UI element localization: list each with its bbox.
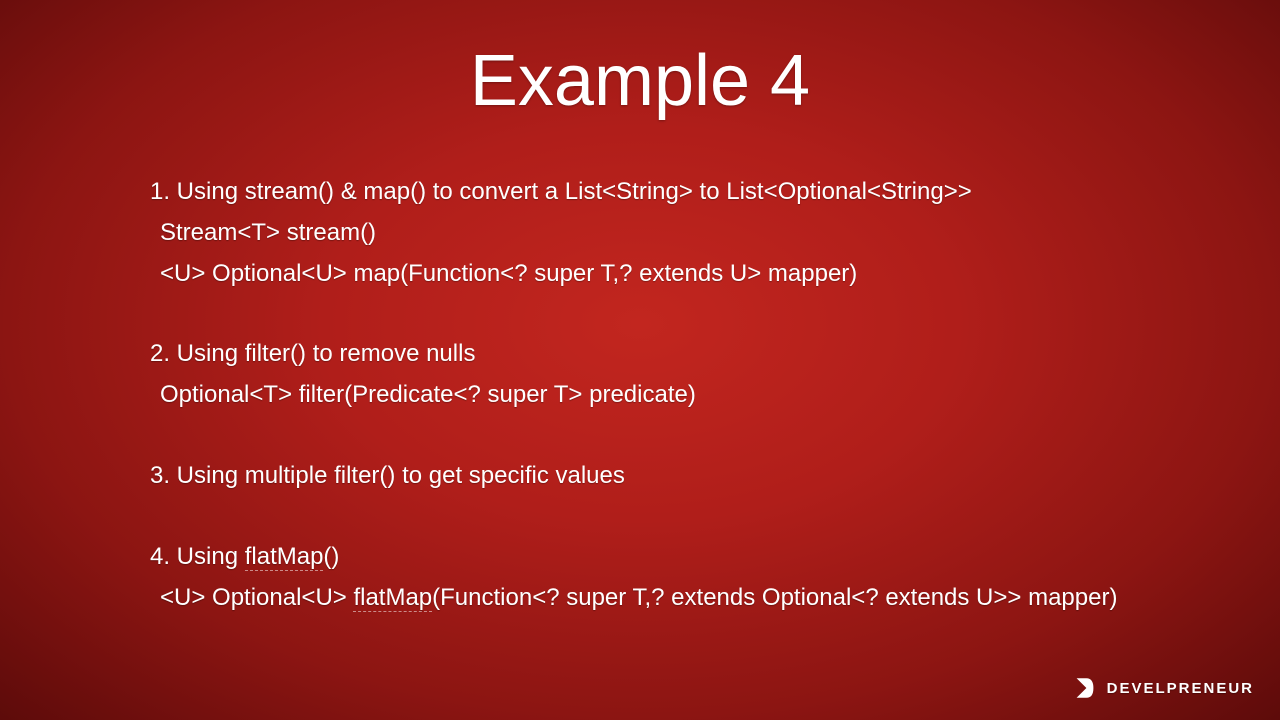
slide-body: 1. Using stream() & map() to convert a L…	[0, 172, 1280, 618]
brand-logo: DEVELPRENEUR	[1071, 674, 1254, 702]
item-1-sub-2: <U> Optional<U> map(Function<? super T,?…	[160, 254, 1130, 295]
section-gap	[150, 497, 1130, 537]
item-2-sub-1: Optional<T> filter(Predicate<? super T> …	[160, 375, 1130, 416]
brand-name: DEVELPRENEUR	[1107, 680, 1254, 697]
item-4-sub-1-part-1: <U> Optional<U>	[160, 584, 353, 611]
brand-mark-icon	[1071, 674, 1099, 702]
section-gap	[150, 416, 1130, 456]
item-4-head-part-2: flatMap	[245, 543, 324, 571]
item-3-head: 3. Using multiple filter() to get specif…	[150, 456, 1130, 497]
slide: Example 4 1. Using stream() & map() to c…	[0, 0, 1280, 720]
item-2-head: 2. Using filter() to remove nulls	[150, 334, 1130, 375]
slide-title: Example 4	[0, 40, 1280, 122]
item-4-head: 4. Using flatMap()	[150, 537, 1130, 578]
item-1-head: 1. Using stream() & map() to convert a L…	[150, 172, 1130, 213]
item-4-sub-1-part-2: flatMap	[353, 584, 432, 612]
section-gap	[150, 294, 1130, 334]
item-4-sub-1-part-3: (Function<? super T,? extends Optional<?…	[432, 584, 1117, 611]
item-4-head-part-3: ()	[323, 543, 339, 570]
item-1-sub-1: Stream<T> stream()	[160, 213, 1130, 254]
item-4-head-part-1: 4. Using	[150, 543, 245, 570]
item-4-sub-1: <U> Optional<U> flatMap(Function<? super…	[160, 578, 1130, 619]
